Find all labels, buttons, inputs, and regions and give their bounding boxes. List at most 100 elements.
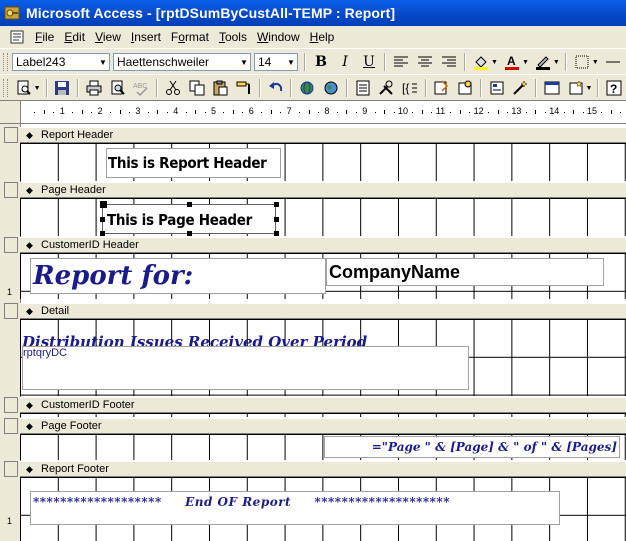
section-page-footer[interactable]: ="Page " & [Page] & " of " & [Pages] <box>20 434 626 460</box>
menu-window[interactable]: Window <box>252 30 305 44</box>
resize-handle[interactable] <box>187 231 192 236</box>
chevron-down-icon[interactable]: ▼ <box>285 54 297 70</box>
section-bar-report-footer[interactable]: ◆ Report Footer <box>20 461 626 477</box>
menu-edit[interactable]: Edit <box>59 30 90 44</box>
subreport-control[interactable]: rptqryDC <box>22 346 469 390</box>
insert-hyperlink-button[interactable] <box>296 77 318 99</box>
field-list-button[interactable] <box>352 77 374 99</box>
menu-file[interactable]: File <box>30 30 59 44</box>
chevron-down-icon[interactable]: ▼ <box>553 59 560 66</box>
section-report-footer[interactable]: ******************* End OF Report ******… <box>20 477 626 541</box>
font-combo[interactable]: Haettenschweiler ▼ <box>113 53 251 71</box>
chevron-down-icon[interactable]: ▼ <box>238 54 250 70</box>
chevron-down-icon[interactable]: ▼ <box>34 85 41 92</box>
special-effect-button[interactable] <box>602 51 624 73</box>
section-report-header[interactable]: This is Report Header <box>20 143 626 181</box>
underline-button[interactable]: U <box>358 51 380 73</box>
subreport-name: rptqryDC <box>23 347 68 359</box>
build-button[interactable] <box>510 77 532 99</box>
chevron-down-icon[interactable]: ▼ <box>522 59 529 66</box>
section-bar-page-header[interactable]: ◆ Page Header <box>20 182 626 198</box>
font-color-button[interactable]: A <box>501 51 523 73</box>
ruler-number: 11 <box>435 106 446 116</box>
report-for-label[interactable]: Report for: <box>30 258 326 294</box>
section-selector[interactable] <box>4 182 18 198</box>
align-left-button[interactable] <box>390 51 412 73</box>
chevron-down-icon[interactable]: ▼ <box>586 85 593 92</box>
section-page-header[interactable]: This is Page Header <box>20 198 626 236</box>
toolbar-grip[interactable] <box>3 53 8 71</box>
help-button[interactable]: ? <box>603 77 625 99</box>
resize-handle[interactable] <box>100 231 105 236</box>
web-toolbar-button[interactable] <box>320 77 342 99</box>
menu-view[interactable]: View <box>90 30 126 44</box>
undo-button[interactable] <box>265 77 287 99</box>
view-button[interactable] <box>13 77 35 99</box>
menu-format[interactable]: Format <box>166 30 214 44</box>
report-selector[interactable] <box>0 101 21 123</box>
font-size-combo[interactable]: 14 ▼ <box>254 53 298 71</box>
page-number-textbox[interactable]: ="Page " & [Page] & " of " & [Pages] <box>324 436 620 458</box>
toolbar-grip[interactable] <box>3 79 8 97</box>
horizontal-ruler[interactable]: 1 2 3 4 5 6 7 8 9 10 11 12 13 14 15 <box>0 101 626 124</box>
separator <box>384 53 386 71</box>
section-bar-report-header[interactable]: ◆ Report Header <box>20 127 626 143</box>
resize-handle[interactable] <box>274 217 279 222</box>
page-header-label[interactable]: This is Page Header <box>102 204 276 234</box>
preview-button[interactable] <box>107 77 129 99</box>
ruler-half-tick <box>308 110 310 114</box>
bold-button[interactable]: B <box>310 51 332 73</box>
border-width-button[interactable] <box>571 51 593 73</box>
database-window-button[interactable] <box>541 77 563 99</box>
separator <box>424 79 427 97</box>
chevron-down-icon[interactable]: ▼ <box>491 59 498 66</box>
cut-button[interactable] <box>162 77 184 99</box>
chevron-down-icon[interactable]: ▼ <box>97 54 109 70</box>
save-button[interactable] <box>52 77 74 99</box>
menu-insert[interactable]: Insert <box>126 30 166 44</box>
menu-help[interactable]: Help <box>305 30 340 44</box>
align-center-button[interactable] <box>414 51 436 73</box>
section-selector[interactable] <box>4 303 18 319</box>
section-bar-page-footer[interactable]: ◆ Page Footer <box>20 418 626 434</box>
copy-button[interactable] <box>186 77 208 99</box>
section-customer-header[interactable]: Report for: CompanyName <box>20 253 626 299</box>
fill-color-button[interactable] <box>470 51 492 73</box>
paste-button[interactable] <box>209 77 231 99</box>
object-combo[interactable]: Label243 ▼ <box>12 53 110 71</box>
italic-button[interactable]: I <box>334 51 356 73</box>
section-bar-detail[interactable]: ◆ Detail <box>20 303 626 319</box>
line-color-button[interactable] <box>532 51 554 73</box>
properties-button[interactable] <box>486 77 508 99</box>
section-detail[interactable]: Distribution Issues Received Over Period… <box>20 319 626 396</box>
resize-handle[interactable] <box>187 202 192 207</box>
section-selector[interactable] <box>4 237 18 253</box>
menu-tools[interactable]: Tools <box>214 30 252 44</box>
resize-handle[interactable] <box>274 202 279 207</box>
code-button[interactable] <box>454 77 476 99</box>
resize-handle[interactable] <box>274 231 279 236</box>
format-painter-button[interactable] <box>233 77 255 99</box>
section-selector[interactable] <box>4 127 18 143</box>
move-handle[interactable] <box>100 201 107 208</box>
report-document-icon[interactable] <box>10 30 24 44</box>
section-bar-customer-footer[interactable]: ◆ CustomerID Footer <box>20 397 626 413</box>
autoformat-button[interactable] <box>431 77 453 99</box>
align-right-button[interactable] <box>438 51 460 73</box>
section-selector[interactable] <box>4 461 18 477</box>
section-customer-footer[interactable] <box>20 413 626 417</box>
spelling-button[interactable]: ABC <box>130 77 152 99</box>
sorting-grouping-button[interactable]: [{ <box>399 77 421 99</box>
chevron-down-icon[interactable]: ▼ <box>592 59 599 66</box>
toolbox-button[interactable] <box>375 77 397 99</box>
resize-handle[interactable] <box>100 217 105 222</box>
section-bar-customer-header[interactable]: ◆ CustomerID Header <box>20 237 626 253</box>
section-selector[interactable] <box>4 397 18 413</box>
ruler-half-tick <box>270 110 272 114</box>
company-name-textbox[interactable]: CompanyName <box>326 258 604 286</box>
new-object-button[interactable] <box>565 77 587 99</box>
section-selector[interactable] <box>4 418 18 434</box>
print-button[interactable] <box>83 77 105 99</box>
report-header-label[interactable]: This is Report Header <box>106 148 281 178</box>
end-report-label[interactable]: ******************* End OF Report ******… <box>30 491 560 525</box>
